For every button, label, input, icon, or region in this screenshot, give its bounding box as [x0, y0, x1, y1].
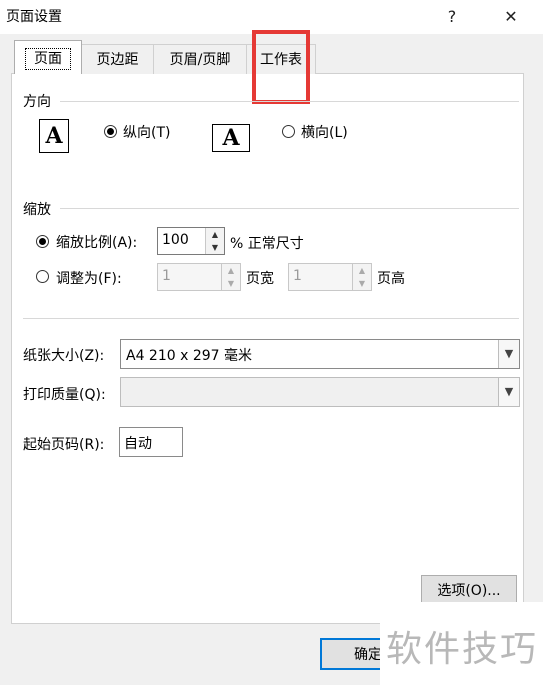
- close-button[interactable]: ✕: [496, 4, 526, 30]
- spin-down-icon[interactable]: ▼: [205, 241, 224, 254]
- tab-page[interactable]: 页面: [14, 40, 82, 74]
- scaling-divider: [60, 208, 519, 209]
- fit-to-label[interactable]: 调整为(F):: [56, 268, 122, 288]
- adjust-to-radio[interactable]: [36, 235, 49, 248]
- fit-tall-spinner[interactable]: 1 ▲ ▼: [288, 263, 372, 291]
- scale-percent-suffix: % 正常尺寸: [230, 236, 304, 252]
- landscape-page-icon: A: [212, 124, 252, 154]
- fit-to-radio[interactable]: [36, 270, 49, 283]
- paper-size-value: A4 210 x 297 毫米: [126, 348, 253, 364]
- portrait-radio[interactable]: [104, 125, 117, 138]
- portrait-page-icon: A: [39, 119, 71, 155]
- fit-wide-spinner[interactable]: 1 ▲ ▼: [157, 263, 241, 291]
- scale-percent-value: 100: [162, 232, 189, 248]
- spin-up-icon[interactable]: ▲: [221, 264, 240, 278]
- scaling-group-title: 缩放: [23, 202, 51, 218]
- first-page-label: 起始页码(R):: [23, 437, 105, 453]
- print-quality-select[interactable]: ▼: [120, 377, 520, 407]
- chevron-down-icon[interactable]: ▼: [498, 378, 519, 406]
- paper-size-select[interactable]: A4 210 x 297 毫米 ▼: [120, 339, 520, 369]
- fit-wide-suffix: 页宽: [246, 271, 274, 287]
- scale-percent-spinner[interactable]: 100 ▲ ▼: [157, 227, 225, 255]
- help-button[interactable]: ?: [437, 4, 467, 30]
- spin-down-icon[interactable]: ▼: [352, 277, 371, 290]
- fit-tall-suffix: 页高: [377, 271, 405, 287]
- orientation-group-title: 方向: [23, 94, 51, 110]
- paper-size-label: 纸张大小(Z):: [23, 348, 105, 364]
- tab-margins[interactable]: 页边距: [81, 44, 154, 74]
- landscape-label[interactable]: 横向(L): [301, 122, 348, 142]
- portrait-label[interactable]: 纵向(T): [123, 122, 170, 142]
- spin-down-icon[interactable]: ▼: [221, 277, 240, 290]
- tab-page-label: 页面: [25, 48, 71, 70]
- spin-up-icon[interactable]: ▲: [352, 264, 371, 278]
- spin-up-icon[interactable]: ▲: [205, 228, 224, 242]
- highlight-box: [252, 30, 310, 104]
- landscape-radio[interactable]: [282, 125, 295, 138]
- watermark-text: 软件技巧: [386, 629, 539, 670]
- chevron-down-icon[interactable]: ▼: [498, 340, 519, 368]
- print-quality-label: 打印质量(Q):: [23, 387, 106, 403]
- section-divider: [23, 318, 519, 319]
- adjust-to-label[interactable]: 缩放比例(A):: [56, 232, 137, 252]
- fit-tall-value: 1: [293, 268, 302, 284]
- fit-wide-value: 1: [162, 268, 171, 284]
- first-page-value: 自动: [124, 436, 152, 452]
- first-page-input[interactable]: 自动: [119, 427, 183, 457]
- window-title: 页面设置: [6, 9, 62, 25]
- orientation-divider: [60, 101, 519, 102]
- tab-header-footer[interactable]: 页眉/页脚: [153, 44, 247, 74]
